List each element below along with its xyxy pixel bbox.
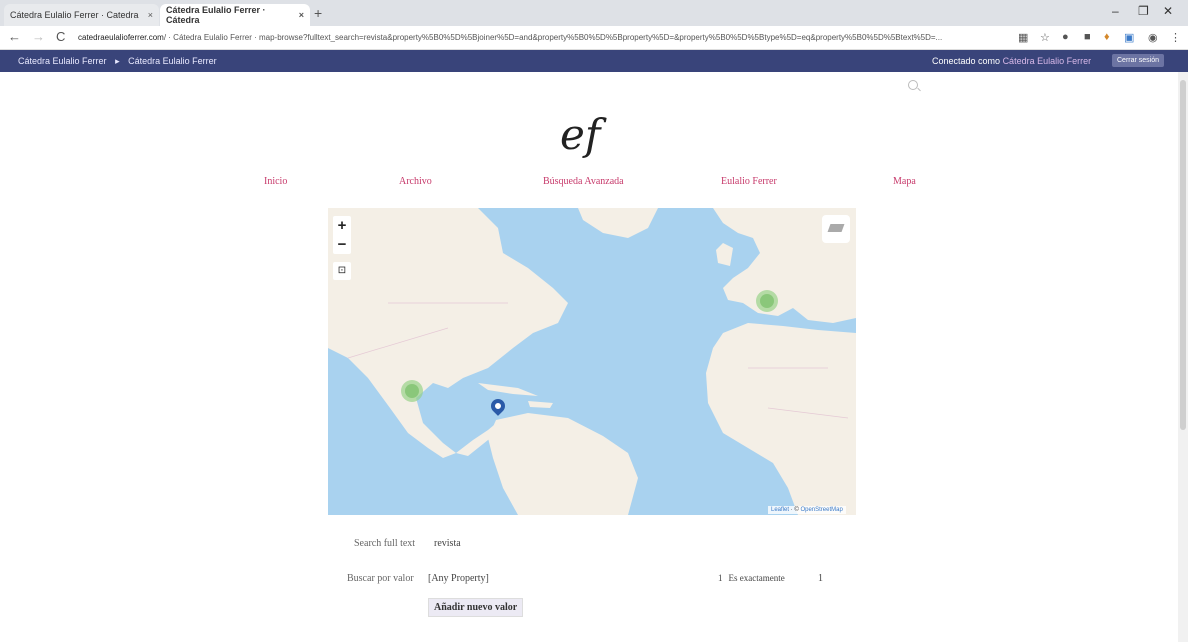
url-path: / · Cátedra Eulalio Ferrer · map-browse?… <box>163 33 943 42</box>
extension-icon[interactable]: ● <box>1062 31 1069 43</box>
map-cluster-marker[interactable] <box>401 380 423 402</box>
url-field[interactable]: catedraeulalioferrer.com/ · Cátedra Eula… <box>78 30 1008 46</box>
layers-icon[interactable] <box>822 215 850 243</box>
search-fulltext-input[interactable]: revista <box>434 538 461 549</box>
close-window-button[interactable]: ✕ <box>1163 4 1173 18</box>
tab-title: Cátedra Eulalio Ferrer · Catedra <box>10 10 139 20</box>
menu-item-mapa[interactable]: Mapa <box>893 176 916 187</box>
breadcrumb-separator: ▸ <box>115 56 120 66</box>
profile-icon[interactable]: ◉ <box>1148 31 1158 44</box>
attribution-separator: · © <box>789 507 801 513</box>
filter-count: 1 <box>718 573 723 583</box>
leaflet-link[interactable]: Leaflet <box>771 507 789 513</box>
url-host: catedraeulalioferrer.com <box>78 33 164 42</box>
back-button[interactable]: ← <box>8 29 21 44</box>
zoom-in-button[interactable]: + <box>333 216 351 235</box>
tab-title: Cátedra Eulalio Ferrer · Cátedra <box>166 5 266 25</box>
login-user[interactable]: Cátedra Eulalio Ferrer <box>1003 56 1092 66</box>
map-zoom-control: + − <box>333 216 351 254</box>
search-icon[interactable] <box>908 80 918 90</box>
map-cluster-marker[interactable] <box>756 290 778 312</box>
breadcrumb: Cátedra Eulalio Ferrer ▸ Cátedra Eulalio… <box>18 56 217 67</box>
login-status: Conectado como Cátedra Eulalio Ferrer <box>932 56 1091 66</box>
tab-close-icon[interactable]: × <box>299 10 304 20</box>
fullscreen-button[interactable]: ⊡ <box>333 262 351 280</box>
filter-value-label: Buscar por valor <box>347 573 414 584</box>
add-value-button[interactable]: Añadir nuevo valor <box>428 598 524 617</box>
extension-icon[interactable]: ▣ <box>1124 31 1134 44</box>
zoom-out-button[interactable]: − <box>333 235 351 254</box>
address-bar: ← → C catedraeulalioferrer.com/ · Cátedr… <box>0 26 1188 50</box>
filter-type-select[interactable]: 1 Es exactamente <box>718 573 785 583</box>
browser-tab-2[interactable]: Cátedra Eulalio Ferrer · Cátedra × <box>160 4 310 26</box>
extension-icon[interactable]: ♦ <box>1104 31 1110 43</box>
extension-icon[interactable]: ▦ <box>1018 31 1028 44</box>
maximize-button[interactable]: ❐ <box>1138 4 1149 18</box>
scrollbar-thumb[interactable] <box>1180 80 1186 430</box>
map-tiles <box>328 208 856 515</box>
filter-value-count[interactable]: 1 <box>818 573 823 584</box>
tab-close-icon[interactable]: × <box>148 10 153 20</box>
bookmark-star-icon[interactable]: ☆ <box>1040 31 1050 44</box>
map-attribution: Leaflet · © OpenStreetMap <box>768 506 846 514</box>
filter-type-label: Es exactamente <box>728 573 785 583</box>
minimize-button[interactable]: – <box>1112 4 1119 18</box>
menu-item-eulalio-ferrer[interactable]: Eulalio Ferrer <box>721 176 777 187</box>
property-select[interactable]: [Any Property] <box>428 573 489 584</box>
extension-icon[interactable]: ■ <box>1084 31 1091 43</box>
breadcrumb-site[interactable]: Cátedra Eulalio Ferrer <box>128 56 217 66</box>
menu-kebab-icon[interactable]: ⋮ <box>1170 31 1181 44</box>
search-fulltext-label: Search full text <box>354 538 416 549</box>
site-logo[interactable]: ef <box>560 110 600 159</box>
reload-button[interactable]: C <box>56 29 65 44</box>
site-admin-bar: Cátedra Eulalio Ferrer ▸ Cátedra Eulalio… <box>0 50 1188 72</box>
page-scrollbar[interactable] <box>1178 72 1188 642</box>
browser-tab-bar: Cátedra Eulalio Ferrer · Catedra × Cáted… <box>0 0 1188 26</box>
forward-button[interactable]: → <box>32 29 45 44</box>
logout-button[interactable]: Cerrar sesión <box>1112 54 1165 67</box>
new-tab-button[interactable]: + <box>314 5 322 21</box>
menu-item-inicio[interactable]: Inicio <box>264 176 287 187</box>
breadcrumb-home[interactable]: Cátedra Eulalio Ferrer <box>18 56 107 66</box>
menu-item-archivo[interactable]: Archivo <box>399 176 432 187</box>
browser-tab-1[interactable]: Cátedra Eulalio Ferrer · Catedra × <box>4 4 159 26</box>
login-prefix: Conectado como <box>932 56 1001 66</box>
map-view[interactable] <box>328 208 856 515</box>
osm-link[interactable]: OpenStreetMap <box>800 507 842 513</box>
menu-item-busqueda-avanzada[interactable]: Búsqueda Avanzada <box>543 176 624 187</box>
